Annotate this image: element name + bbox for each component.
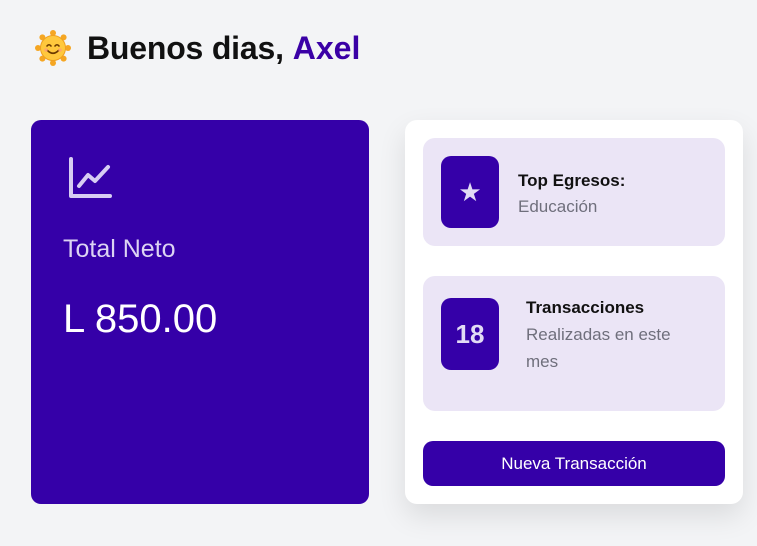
new-transaction-button[interactable]: Nueva Transacción xyxy=(423,441,725,486)
user-name: Axel xyxy=(292,29,361,66)
top-expenses-card: ★ Top Egresos: Educación xyxy=(423,138,725,246)
total-net-card: Total Neto L 850.00 xyxy=(31,120,369,504)
star-icon: ★ xyxy=(458,177,482,207)
total-net-label: Total Neto xyxy=(63,235,176,263)
transactions-title: Transacciones xyxy=(526,298,645,317)
summary-panel: ★ Top Egresos: Educación 18 Transaccione… xyxy=(405,120,743,504)
transactions-count: 18 xyxy=(455,318,485,349)
greeting: Buenos dias, Axel xyxy=(35,26,360,70)
transactions-count-badge: 18 xyxy=(441,298,499,370)
total-net-value: L 850.00 xyxy=(63,297,218,341)
top-expenses-badge: ★ xyxy=(441,156,499,228)
transactions-subtitle: Realizadas en este mes xyxy=(526,325,671,371)
top-expenses-title: Top Egresos: xyxy=(518,171,626,190)
transactions-card: 18 Transacciones Realizadas en este mes xyxy=(423,276,725,411)
sun-smile-icon xyxy=(35,30,71,66)
line-chart-icon xyxy=(69,157,112,198)
greeting-text: Buenos dias, xyxy=(87,29,284,66)
top-expenses-category: Educación xyxy=(518,197,598,216)
